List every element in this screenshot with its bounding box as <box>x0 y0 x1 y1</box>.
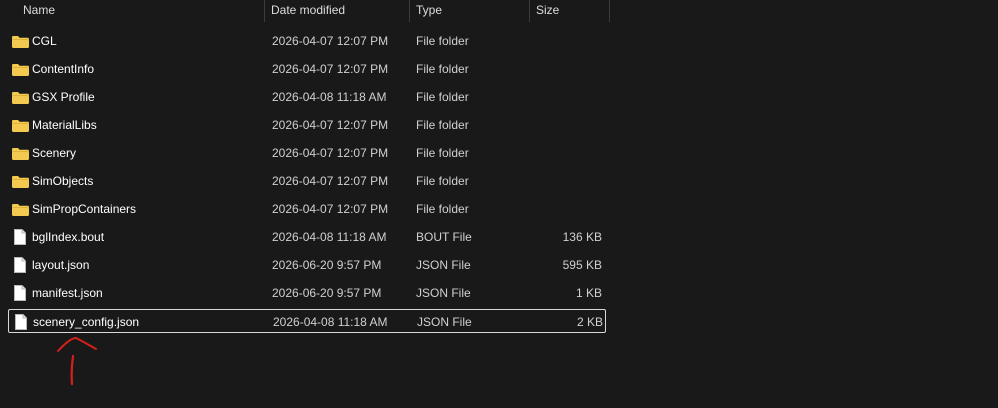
folder-icon <box>12 57 30 81</box>
folder-icon <box>12 141 30 165</box>
file-icon <box>12 253 30 277</box>
file-row[interactable]: ContentInfo 2026-04-07 12:07 PM File folde… <box>8 57 606 81</box>
file-name: scenery_config.json <box>33 315 140 329</box>
file-row[interactable]: manifest.json 2026-06-20 9:57 PM JSON File… <box>8 281 606 305</box>
file-date-modified: 2026-04-07 12:07 PM <box>272 146 389 160</box>
file-date-modified: 2026-04-07 12:07 PM <box>272 62 389 76</box>
file-date-modified: 2026-04-08 11:18 AM <box>272 90 387 104</box>
file-name: manifest.json <box>32 286 103 300</box>
file-type: JSON File <box>416 286 471 300</box>
folder-icon <box>12 29 30 53</box>
file-icon <box>12 225 30 249</box>
folder-icon <box>12 169 30 193</box>
file-icon <box>13 310 31 334</box>
file-date-modified: 2026-04-08 11:18 AM <box>273 315 388 329</box>
file-name: CGL <box>32 34 57 48</box>
file-size: 2 KB <box>576 315 603 329</box>
file-row[interactable]: GSX Profile 2026-04-08 11:18 AM File folde… <box>8 85 606 109</box>
file-row[interactable]: SimObjects 2026-04-07 12:07 PM File folder <box>8 169 606 193</box>
folder-icon <box>12 113 30 137</box>
file-date-modified: 2026-06-20 9:57 PM <box>272 258 382 272</box>
file-row[interactable]: MaterialLibs 2026-04-07 12:07 PM File fold… <box>8 113 606 137</box>
file-size: 1 KB <box>575 286 602 300</box>
file-size <box>530 169 602 193</box>
file-date-modified: 2026-04-07 12:07 PM <box>272 34 389 48</box>
file-size: 136 KB <box>562 230 602 244</box>
file-date-modified: 2026-04-07 12:07 PM <box>272 202 389 216</box>
file-type: JSON File <box>417 315 472 329</box>
file-type: File folder <box>416 202 469 216</box>
file-date-modified: 2026-04-07 12:07 PM <box>272 174 389 188</box>
file-name: GSX Profile <box>32 90 95 104</box>
file-row[interactable]: layout.json 2026-06-20 9:57 PM JSON File 59… <box>8 253 606 277</box>
file-date-modified: 2026-04-07 12:07 PM <box>272 118 389 132</box>
file-row[interactable]: SimPropContainers 2026-04-07 12:07 PM File… <box>8 197 606 221</box>
file-size <box>530 141 602 165</box>
file-icon <box>12 281 30 305</box>
folder-icon <box>12 197 30 221</box>
file-type: File folder <box>416 146 469 160</box>
red-arrow-annotation <box>57 336 97 386</box>
file-type: File folder <box>416 34 469 48</box>
file-type: BOUT File <box>416 230 472 244</box>
file-name: layout.json <box>32 258 90 272</box>
column-header-name[interactable]: Name <box>0 0 265 22</box>
file-type: File folder <box>416 62 469 76</box>
file-size: 595 KB <box>562 258 602 272</box>
file-size <box>530 29 602 53</box>
file-date-modified: 2026-06-20 9:57 PM <box>272 286 382 300</box>
file-name: Scenery <box>32 146 77 160</box>
file-type: File folder <box>416 174 469 188</box>
file-row[interactable]: Scenery 2026-04-07 12:07 PM File folder <box>8 141 606 165</box>
file-row[interactable]: CGL 2026-04-07 12:07 PM File folder <box>8 29 606 53</box>
file-size <box>530 85 602 109</box>
column-header-bar: Name Date modified Type Size <box>0 0 998 22</box>
file-size <box>530 197 602 221</box>
column-header-size[interactable]: Size <box>530 0 610 22</box>
folder-icon <box>12 85 30 109</box>
file-date-modified: 2026-04-08 11:18 AM <box>272 230 387 244</box>
file-row[interactable]: scenery_config.json 2026-04-08 11:18 AM JS… <box>8 309 606 333</box>
file-size <box>530 113 602 137</box>
file-name: bglIndex.bout <box>32 230 105 244</box>
file-type: JSON File <box>416 258 471 272</box>
file-name: ContentInfo <box>32 62 95 76</box>
file-type: File folder <box>416 90 469 104</box>
file-name: SimObjects <box>32 174 94 188</box>
file-name: SimPropContainers <box>32 202 137 216</box>
file-row[interactable]: bglIndex.bout 2026-04-08 11:18 AM BOUT Fil… <box>8 225 606 249</box>
file-name: MaterialLibs <box>32 118 97 132</box>
column-header-date-modified[interactable]: Date modified <box>265 0 410 22</box>
file-size <box>530 57 602 81</box>
column-header-type[interactable]: Type <box>410 0 530 22</box>
file-type: File folder <box>416 118 469 132</box>
